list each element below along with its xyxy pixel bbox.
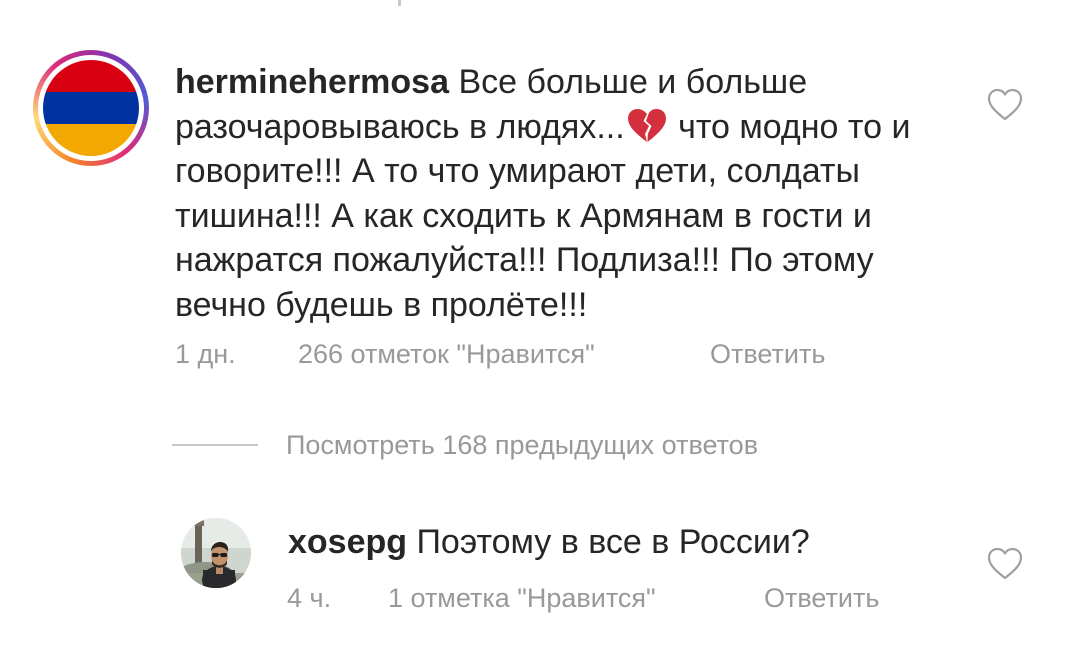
reply-username[interactable]: xosepg <box>288 523 407 561</box>
comment-reply-button[interactable]: Ответить <box>710 338 825 370</box>
broken-heart-icon <box>627 108 666 142</box>
armenian-flag-avatar <box>43 60 139 156</box>
flag-band-red <box>43 60 139 92</box>
replies-divider-line <box>172 444 258 446</box>
story-ring-avatar[interactable] <box>33 50 149 166</box>
view-previous-replies[interactable]: Посмотреть 168 предыдущих ответов <box>172 425 758 465</box>
flag-band-orange <box>43 124 139 156</box>
comment-likes-count[interactable]: 266 отметок "Нравится" <box>298 338 595 370</box>
view-replies-label: Посмотреть 168 предыдущих ответов <box>286 429 759 460</box>
reply-likes-count[interactable]: 1 отметка "Нравится" <box>388 582 656 614</box>
comments-screen: herminehermosa Все больше и больше разоч… <box>0 0 1080 658</box>
scroll-divider-tick <box>398 0 401 6</box>
comment-username[interactable]: herminehermosa <box>175 63 449 101</box>
reply-text: Поэтому в все в России? <box>407 523 810 561</box>
reply-body: xosepg Поэтому в все в России? <box>288 520 810 564</box>
comment-body: herminehermosa Все больше и больше разоч… <box>175 60 955 327</box>
comment-timestamp: 1 дн. <box>175 339 236 369</box>
reply-timestamp: 4 ч. <box>287 583 332 613</box>
like-heart-icon[interactable] <box>987 547 1023 581</box>
like-heart-icon[interactable] <box>987 88 1023 122</box>
reply-avatar[interactable] <box>181 518 251 588</box>
avatar-ring-gap <box>38 55 144 161</box>
flag-band-blue <box>43 92 139 124</box>
user-photo-icon <box>181 518 251 588</box>
reply-reply-button[interactable]: Ответить <box>764 582 879 614</box>
